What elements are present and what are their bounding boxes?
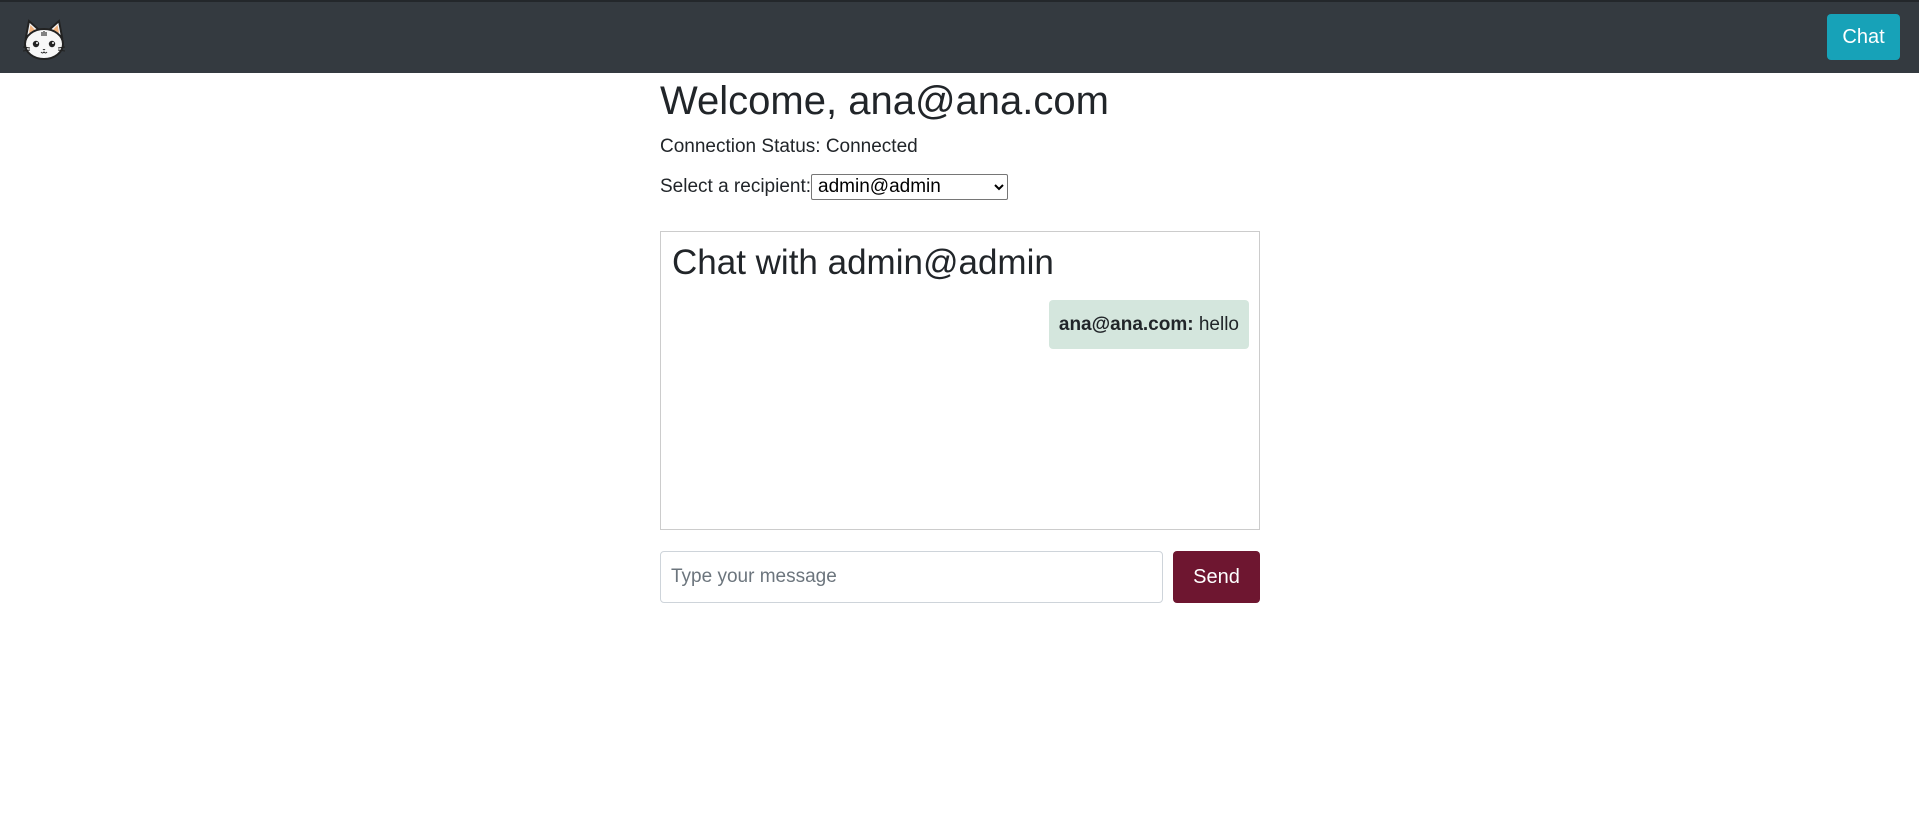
welcome-heading: Welcome, ana@ana.com bbox=[660, 79, 1109, 123]
connection-status: Connection Status: Connected bbox=[660, 136, 918, 157]
recipient-label: Select a recipient: bbox=[660, 176, 812, 197]
chat-title: Chat with admin@admin bbox=[672, 243, 1054, 282]
chat-window: Chat with admin@admin ana@ana.com: hello bbox=[660, 231, 1260, 530]
message-text: hello bbox=[1198, 314, 1239, 335]
message-sender: ana@ana.com: bbox=[1058, 314, 1194, 335]
cat-logo-icon[interactable] bbox=[21, 19, 67, 61]
chat-message: ana@ana.com: hello bbox=[1048, 300, 1249, 349]
top-navbar: Chat bbox=[0, 0, 1919, 73]
recipient-row: Select a recipient: admin@admin bbox=[660, 173, 1009, 200]
message-composer: Send bbox=[660, 551, 1260, 603]
message-input[interactable] bbox=[660, 551, 1163, 603]
send-button[interactable]: Send bbox=[1173, 551, 1260, 603]
nav-chat-button[interactable]: Chat bbox=[1827, 14, 1900, 60]
recipient-select[interactable]: admin@admin bbox=[811, 173, 1009, 200]
